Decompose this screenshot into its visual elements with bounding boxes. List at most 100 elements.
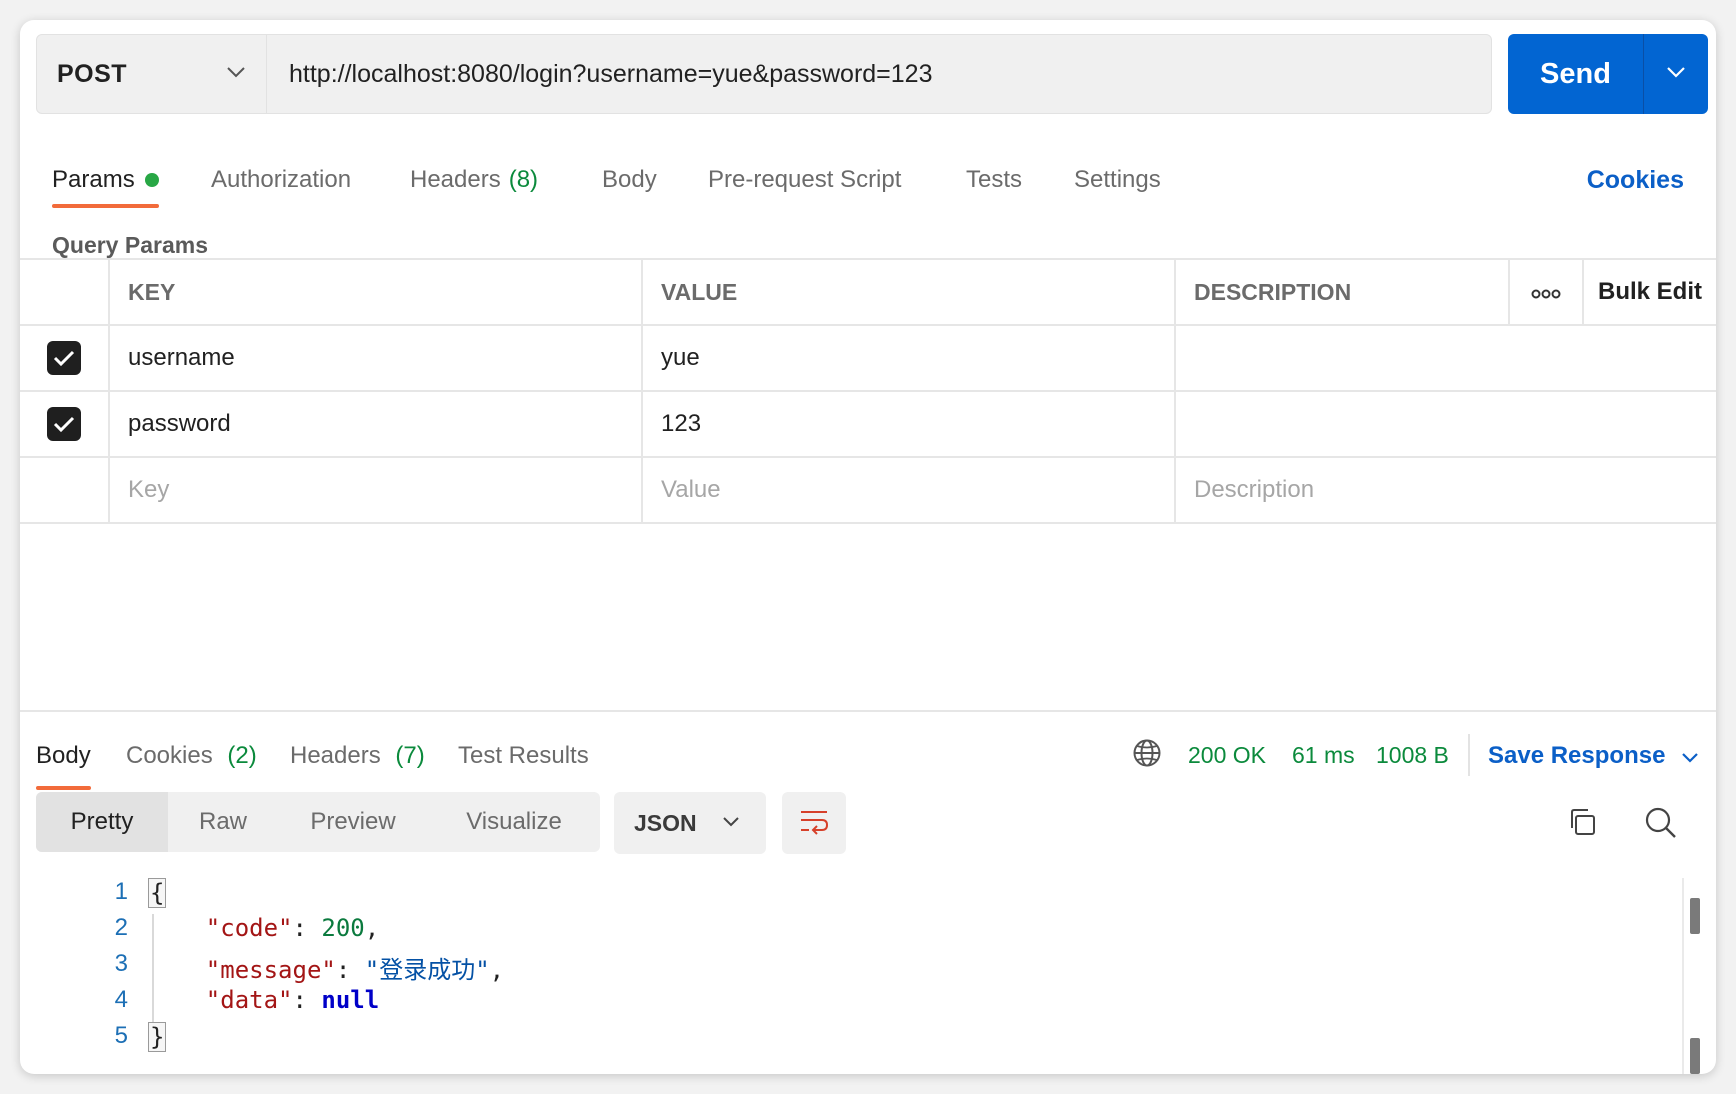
json-key: "data" bbox=[205, 986, 293, 1014]
checkmark-icon bbox=[53, 350, 75, 367]
send-options-dropdown[interactable] bbox=[1644, 34, 1708, 114]
param-value-cell[interactable]: 123 bbox=[643, 392, 1176, 456]
param-key: password bbox=[128, 410, 231, 437]
open-brace: { bbox=[148, 878, 167, 908]
param-key: username bbox=[128, 344, 235, 371]
tab-body[interactable]: Body bbox=[602, 142, 657, 212]
response-tab-body[interactable]: Body bbox=[36, 720, 91, 792]
method-label: POST bbox=[57, 59, 128, 88]
json-key: "message" bbox=[205, 956, 336, 984]
more-dots-icon bbox=[1531, 278, 1561, 306]
param-description-cell[interactable] bbox=[1176, 392, 1716, 456]
format-raw[interactable]: Raw bbox=[168, 792, 278, 852]
json-number: 200 bbox=[321, 914, 365, 942]
checkmark-icon bbox=[53, 416, 75, 433]
param-checkbox[interactable] bbox=[47, 341, 81, 375]
save-response-label: Save Response bbox=[1488, 742, 1666, 769]
status-code[interactable]: 200 OK bbox=[1188, 742, 1266, 769]
globe-icon[interactable] bbox=[1132, 738, 1162, 773]
cookies-count: (2) bbox=[227, 742, 257, 769]
tab-label: Body bbox=[602, 166, 657, 193]
response-time[interactable]: 61 ms bbox=[1292, 742, 1355, 769]
format-visualize[interactable]: Visualize bbox=[428, 792, 600, 852]
value-header-label: VALUE bbox=[661, 278, 738, 305]
new-description-input[interactable]: Description bbox=[1176, 458, 1716, 522]
divider bbox=[1468, 734, 1470, 776]
json-key: "code" bbox=[205, 914, 293, 942]
json-string: "登录成功" bbox=[364, 956, 490, 984]
response-tab-headers[interactable]: Headers (7) bbox=[290, 720, 425, 792]
bulk-edit-button[interactable]: Bulk Edit bbox=[1584, 260, 1716, 324]
method-select[interactable]: POST bbox=[37, 35, 267, 113]
code-line: 5 } bbox=[20, 1022, 1716, 1058]
code-line: 4 "data": null bbox=[20, 986, 1716, 1022]
new-key-input[interactable]: Key bbox=[110, 458, 643, 522]
cookies-link[interactable]: Cookies bbox=[1587, 166, 1684, 195]
line-number: 3 bbox=[114, 950, 128, 977]
line-number: 4 bbox=[114, 986, 128, 1013]
tab-settings[interactable]: Settings bbox=[1074, 142, 1161, 212]
tab-label: Body bbox=[36, 742, 91, 769]
row-check-cell bbox=[20, 392, 110, 456]
wrap-lines-button[interactable] bbox=[782, 792, 846, 854]
response-tab-test-results[interactable]: Test Results bbox=[458, 720, 589, 792]
save-response-button[interactable]: Save Response bbox=[1488, 742, 1699, 770]
language-label: JSON bbox=[634, 809, 697, 836]
response-tab-cookies[interactable]: Cookies (2) bbox=[126, 720, 257, 792]
copy-button[interactable] bbox=[1566, 806, 1598, 843]
active-tab-underline bbox=[52, 204, 159, 208]
line-number: 2 bbox=[114, 914, 128, 941]
description-column-header: DESCRIPTION bbox=[1176, 260, 1510, 324]
tab-label: Authorization bbox=[211, 166, 352, 193]
param-value: yue bbox=[661, 344, 700, 371]
tab-label: Test Results bbox=[458, 742, 589, 769]
json-colon: : bbox=[292, 914, 322, 942]
key-column-header: KEY bbox=[110, 260, 643, 324]
tab-pre-request-script[interactable]: Pre-request Script bbox=[708, 142, 901, 212]
json-colon: : bbox=[335, 956, 365, 984]
param-value: 123 bbox=[661, 410, 702, 437]
response-divider[interactable] bbox=[20, 710, 1716, 712]
table-header-row: KEY VALUE DESCRIPTION Bulk Edit bbox=[20, 260, 1716, 326]
json-comma: , bbox=[489, 956, 505, 984]
headers-count: (7) bbox=[395, 742, 425, 769]
params-indicator-dot bbox=[144, 173, 159, 187]
header-check-cell bbox=[20, 260, 110, 324]
scrollbar-marker-top[interactable] bbox=[1690, 898, 1700, 934]
param-description-cell[interactable] bbox=[1176, 326, 1716, 390]
param-value-cell[interactable]: yue bbox=[643, 326, 1176, 390]
send-button-group: Send bbox=[1508, 34, 1708, 114]
tab-params[interactable]: Params bbox=[52, 142, 159, 212]
send-button[interactable]: Send bbox=[1508, 34, 1644, 114]
param-key-cell[interactable]: username bbox=[110, 326, 643, 390]
tab-tests[interactable]: Tests bbox=[966, 142, 1022, 212]
code-line: 3 "message": "登录成功", bbox=[20, 950, 1716, 986]
response-size[interactable]: 1008 B bbox=[1376, 742, 1449, 769]
response-body-editor[interactable]: 1 { 2 "code": 200, 3 "message": "登录成功", … bbox=[20, 878, 1716, 1074]
url-input[interactable] bbox=[267, 35, 1491, 113]
key-placeholder: Key bbox=[128, 476, 170, 503]
tab-authorization[interactable]: Authorization bbox=[211, 142, 351, 212]
tab-label: Params bbox=[52, 166, 135, 193]
format-preview[interactable]: Preview bbox=[278, 792, 428, 852]
language-select[interactable]: JSON bbox=[614, 792, 766, 854]
search-button[interactable] bbox=[1644, 806, 1678, 845]
chevron-down-icon bbox=[722, 814, 740, 832]
param-checkbox[interactable] bbox=[47, 407, 81, 441]
format-pretty[interactable]: Pretty bbox=[36, 792, 168, 852]
tab-headers[interactable]: Headers (8) bbox=[410, 142, 538, 212]
chevron-down-icon bbox=[1666, 65, 1686, 83]
new-value-input[interactable]: Value bbox=[643, 458, 1176, 522]
tab-label: Headers bbox=[290, 742, 381, 769]
request-tabs: Params Authorization Headers (8) Body Pr… bbox=[20, 142, 1716, 212]
json-colon: : bbox=[292, 986, 322, 1014]
search-icon bbox=[1644, 807, 1678, 844]
tab-label: Settings bbox=[1074, 166, 1161, 193]
chevron-down-icon bbox=[1681, 742, 1699, 770]
scrollbar-marker-bottom[interactable] bbox=[1690, 1038, 1700, 1074]
more-options-button[interactable] bbox=[1510, 260, 1584, 324]
param-key-cell[interactable]: password bbox=[110, 392, 643, 456]
wrap-lines-icon bbox=[798, 807, 830, 840]
description-placeholder: Description bbox=[1194, 476, 1315, 503]
code-line: 1 { bbox=[20, 878, 1716, 914]
